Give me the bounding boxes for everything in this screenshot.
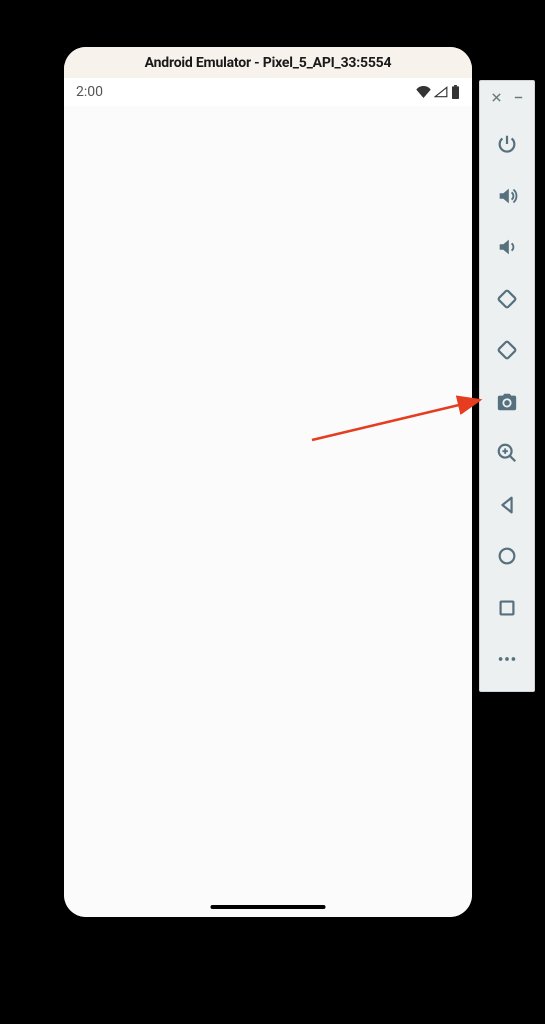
overview-button[interactable]	[485, 588, 529, 631]
minimize-button[interactable]	[511, 91, 525, 105]
zoom-button[interactable]	[485, 434, 529, 477]
status-bar-icons	[416, 85, 460, 99]
rotate-right-button[interactable]	[485, 331, 529, 374]
rotate-left-button[interactable]	[485, 279, 529, 322]
volume-up-button[interactable]	[485, 176, 529, 219]
camera-icon	[496, 391, 518, 417]
emulator-titlebar: Android Emulator - Pixel_5_API_33:5554	[64, 47, 472, 78]
overview-icon	[496, 597, 518, 623]
zoom-icon	[496, 442, 518, 468]
more-icon	[496, 648, 518, 674]
emulator-window: Android Emulator - Pixel_5_API_33:5554 2…	[64, 47, 472, 917]
volume-up-icon	[496, 185, 518, 211]
more-button[interactable]	[485, 640, 529, 683]
rotate-left-icon	[496, 288, 518, 314]
status-bar-time: 2:00	[76, 84, 103, 100]
home-button[interactable]	[485, 537, 529, 580]
back-button[interactable]	[485, 485, 529, 528]
power-icon	[496, 133, 518, 159]
toolbar-window-controls	[480, 87, 534, 109]
close-button[interactable]	[489, 91, 503, 105]
navigation-handle[interactable]	[211, 905, 326, 909]
volume-down-button[interactable]	[485, 228, 529, 271]
emulator-toolbar	[479, 80, 535, 692]
device-screen[interactable]: 2:00	[64, 78, 472, 917]
rotate-right-icon	[496, 339, 518, 365]
wifi-icon	[416, 86, 431, 98]
power-button[interactable]	[485, 125, 529, 168]
signal-icon	[434, 86, 448, 98]
volume-down-icon	[496, 236, 518, 262]
battery-icon	[451, 85, 460, 99]
home-icon	[496, 545, 518, 571]
back-icon	[496, 494, 518, 520]
emulator-title: Android Emulator - Pixel_5_API_33:5554	[145, 55, 392, 71]
screenshot-button[interactable]	[485, 382, 529, 425]
status-bar: 2:00	[64, 78, 472, 106]
